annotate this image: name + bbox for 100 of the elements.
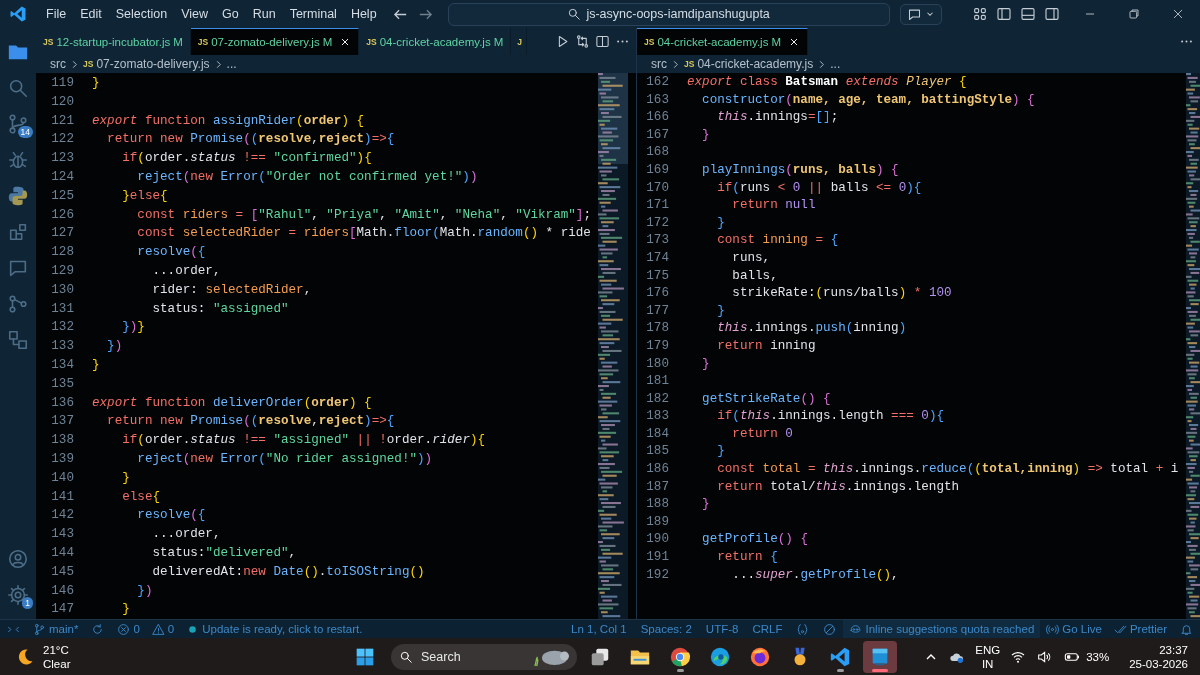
line-number: 184 <box>645 425 670 443</box>
status-item[interactable]: 0 <box>111 620 146 638</box>
editor-tab[interactable]: JS 04-cricket-academy.js M <box>637 28 808 55</box>
language-indicator[interactable]: ENG <box>975 642 1001 657</box>
search-icon <box>567 7 582 21</box>
clock-time[interactable]: 23:37 <box>1159 642 1188 657</box>
region-indicator[interactable]: IN <box>981 656 994 671</box>
menu-item[interactable]: Terminal <box>282 4 344 24</box>
taskbar-app[interactable] <box>863 640 897 673</box>
warning-icon <box>151 622 165 636</box>
branch-graph-icon[interactable] <box>7 293 29 315</box>
line-number: 120 <box>50 93 75 111</box>
settings-icon[interactable] <box>7 584 29 606</box>
breadcrumb[interactable]: ... <box>226 57 237 71</box>
breadcrumb[interactable]: src <box>50 57 66 71</box>
close-icon[interactable] <box>788 36 800 48</box>
code-line: rider: selectedRider, <box>151 281 312 299</box>
status-item[interactable]: UTF-8 <box>698 623 746 635</box>
sidebar-toggle-icon[interactable] <box>996 6 1012 22</box>
menu-item[interactable]: Run <box>245 4 283 24</box>
line-number: 139 <box>50 450 75 468</box>
status-item[interactable]: Go Live <box>1040 620 1108 638</box>
code-line: return null <box>731 197 816 215</box>
line-number: 127 <box>50 225 75 243</box>
line-number: 128 <box>50 244 75 262</box>
code-line: export function assignRider(order) { <box>92 112 365 130</box>
snake-icon[interactable] <box>7 185 29 207</box>
search-icon[interactable] <box>7 77 29 99</box>
line-number: 191 <box>645 549 670 567</box>
line-number: 145 <box>50 563 75 581</box>
editor-tab[interactable]: JS 07-zomato-delivery.js M <box>190 28 360 55</box>
minimap-drawing[interactable] <box>1186 73 1200 619</box>
menu-item[interactable]: Edit <box>73 4 109 24</box>
code-line: return inning <box>716 337 816 355</box>
braces-icon[interactable] <box>796 622 810 636</box>
chat-button[interactable] <box>899 3 942 25</box>
line-number: 182 <box>645 390 670 408</box>
js-file-icon: JS <box>83 59 94 69</box>
line-number: 189 <box>645 513 670 531</box>
browser-icon <box>709 645 731 668</box>
code-editor-icon <box>829 645 851 668</box>
start-icon[interactable] <box>355 646 375 667</box>
breadcrumb[interactable]: ... <box>830 57 841 71</box>
code-line: } <box>92 75 100 92</box>
sync-icon[interactable] <box>91 622 105 636</box>
stacked-squares-icon[interactable] <box>7 329 29 351</box>
copilot-icon <box>849 622 863 636</box>
line-number: 178 <box>645 320 670 338</box>
minimap-drawing[interactable] <box>598 73 628 619</box>
code-line: runs, <box>731 249 771 267</box>
status-item[interactable]: Spaces: 2 <box>633 623 699 635</box>
menu-item[interactable]: View <box>174 4 215 24</box>
breadcrumb[interactable]: src <box>651 57 667 71</box>
bell-icon[interactable] <box>1180 622 1193 636</box>
status-item[interactable]: Inline suggestions quota reached <box>843 620 1041 638</box>
menu-item[interactable]: File <box>39 4 74 24</box>
code-line: resolve({ <box>136 507 206 525</box>
command-center[interactable]: js-async-oops-iamdipanshugupta <box>447 2 890 26</box>
extensions-icon[interactable] <box>7 221 29 243</box>
clock-date[interactable]: 25-03-2026 <box>1129 656 1188 671</box>
restore-icon[interactable] <box>1126 6 1142 22</box>
status-item[interactable]: 0 <box>145 620 181 638</box>
code-line: strikeRate:(runs/balls) * 100 <box>731 285 952 303</box>
breadcrumb[interactable]: 04-cricket-academy.js <box>697 57 814 71</box>
code-line: } <box>716 443 725 461</box>
chat-bubble-icon <box>906 6 922 22</box>
panel-toggle-icon[interactable] <box>1020 6 1036 22</box>
bug-icon[interactable] <box>7 149 29 171</box>
menu-item[interactable]: Selection <box>108 4 175 24</box>
count-badge: 14 <box>17 126 33 138</box>
breadcrumb[interactable]: 07-zomato-delivery.js <box>96 57 210 71</box>
status-item[interactable]: Update is ready, click to restart. <box>180 620 369 638</box>
code-line: this.innings.push(inning) <box>716 320 907 338</box>
code-line: } <box>92 356 100 374</box>
status-item[interactable]: CRLF <box>745 623 790 635</box>
code-line: resolve({ <box>136 244 206 262</box>
account-icon[interactable] <box>7 548 29 570</box>
code-line: const selectedRider = riders[Math.floor(Math.random() * ride <box>136 225 591 243</box>
code-line: return { <box>716 549 778 567</box>
layout-grid-icon[interactable] <box>972 6 988 22</box>
line-number: 133 <box>50 338 75 356</box>
line-number: 138 <box>50 432 75 450</box>
status-item[interactable]: Prettier <box>1107 620 1173 638</box>
code-line: status: "assigned" <box>151 300 289 318</box>
menu-item[interactable]: Help <box>343 4 384 24</box>
split-editor-icon[interactable] <box>595 34 610 49</box>
line-number: 131 <box>50 300 75 318</box>
line-number: 167 <box>645 126 670 144</box>
line-number: 166 <box>645 109 670 127</box>
search-box[interactable]: Search <box>391 643 577 670</box>
compare-icon[interactable] <box>575 34 590 49</box>
js-file-icon: JS <box>197 37 209 47</box>
blocked-icon[interactable] <box>823 622 837 636</box>
code-line: this.innings=[]; <box>716 109 839 127</box>
line-number: 119 <box>50 75 75 92</box>
line-number: 132 <box>50 319 75 337</box>
menu-item[interactable]: Go <box>215 4 246 24</box>
status-item[interactable]: Ln 1, Col 1 <box>564 623 634 635</box>
status-item[interactable]: main* <box>27 620 85 638</box>
secondary-sidebar-icon[interactable] <box>1044 6 1060 22</box>
